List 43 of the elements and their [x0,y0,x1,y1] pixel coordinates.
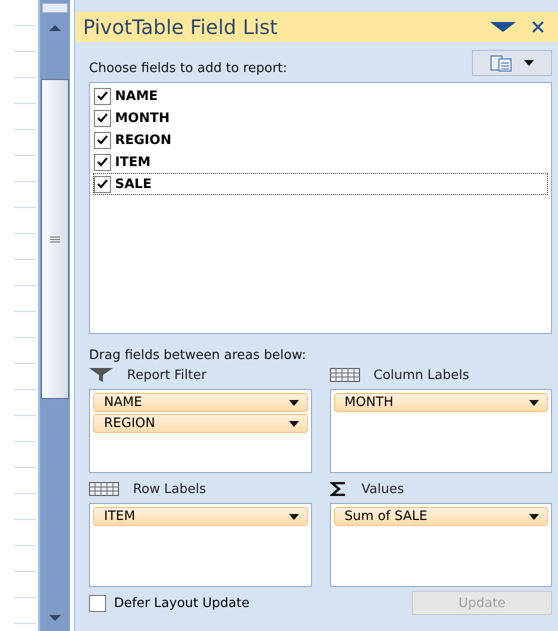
area-title: Values [362,482,404,496]
dropdown-icon[interactable] [490,22,516,32]
field-item[interactable]: ITEM [93,151,548,173]
checkbox[interactable] [94,110,111,126]
caret-icon [529,400,539,406]
caret-icon [524,60,534,66]
caret-icon [288,420,298,426]
checkbox[interactable] [94,88,111,104]
field-pill[interactable]: REGION [93,414,308,433]
defer-label: Defer Layout Update [114,596,250,610]
grid-icon [89,482,119,496]
field-pill[interactable]: NAME [93,393,308,412]
layout-icon [490,54,512,72]
field-pill[interactable]: MONTH [334,393,548,412]
checkbox[interactable] [94,132,111,148]
field-item[interactable]: SALE [93,173,548,195]
area-title: Row Labels [133,482,206,496]
checkbox[interactable] [94,154,111,170]
area-title: Report Filter [127,368,206,382]
field-item[interactable]: NAME [93,85,548,107]
checkbox[interactable] [94,176,111,192]
up-arrow-icon[interactable] [49,25,61,31]
field-item[interactable]: REGION [93,129,548,151]
caret-icon [288,514,298,520]
caret-icon [529,514,539,520]
field-pill[interactable]: Sum of SALE [334,507,548,526]
down-arrow-icon[interactable] [49,615,61,621]
checkbox[interactable] [89,594,106,612]
layout-button[interactable] [472,50,552,76]
areas-prompt: Drag fields between areas below: [89,348,308,363]
caret-icon [288,400,298,406]
close-icon[interactable] [532,21,544,33]
scroll-thumb[interactable] [41,79,69,399]
field-pill[interactable]: ITEM [93,507,308,526]
sigma-icon [330,482,348,496]
area-title: Column Labels [374,368,470,382]
grid-icon [330,368,360,382]
fields-prompt: Choose fields to add to report: [89,61,288,76]
filter-icon [89,368,113,382]
scrollbar[interactable] [38,0,70,631]
split-handle[interactable] [42,3,68,13]
field-item[interactable]: MONTH [93,107,548,129]
panel-title: PivotTable Field List [83,15,279,39]
